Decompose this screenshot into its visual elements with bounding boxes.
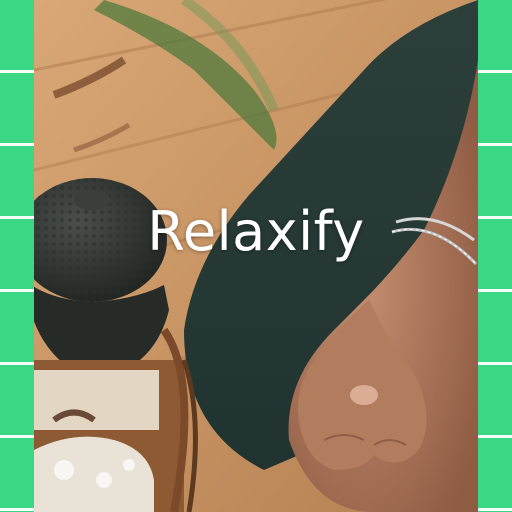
- right-stripe-panel: [478, 0, 512, 512]
- app-title: Relaxify: [147, 200, 365, 263]
- left-stripe-panel: [0, 0, 34, 512]
